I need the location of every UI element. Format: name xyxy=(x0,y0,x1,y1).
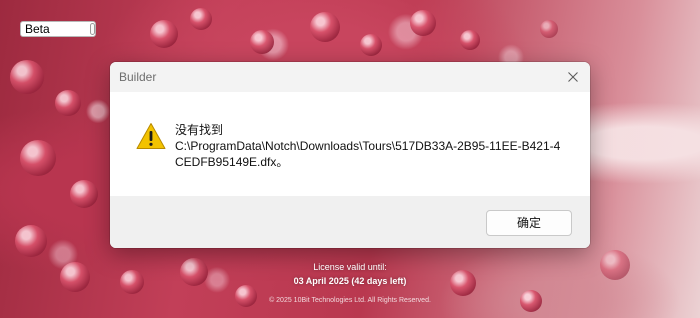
background-bead xyxy=(190,8,212,30)
background-bead xyxy=(10,60,44,94)
background-bead xyxy=(55,90,81,116)
background-bead xyxy=(150,20,178,48)
dialog-titlebar: Builder xyxy=(110,62,590,92)
copyright-text: © 2025 10Bit Technologies Ltd. All Right… xyxy=(269,297,431,304)
background-bead xyxy=(250,30,274,54)
license-date: 03 April 2025 (42 days left) xyxy=(293,276,407,286)
background-bead xyxy=(70,180,98,208)
close-button[interactable] xyxy=(556,62,590,92)
beta-tag-knob xyxy=(90,23,95,35)
dialog-body: 没有找到 C:\ProgramData\Notch\Downloads\Tour… xyxy=(110,92,590,196)
message-line-1: 没有找到 xyxy=(175,123,224,137)
message-line-3: CEDFB95149E.dfx。 xyxy=(175,155,289,169)
background-bead xyxy=(310,12,340,42)
dialog-title: Builder xyxy=(119,70,157,84)
message-line-2: C:\ProgramData\Notch\Downloads\Tours\517… xyxy=(175,139,561,153)
background-bead xyxy=(410,10,436,36)
close-icon xyxy=(568,72,578,82)
ok-button[interactable]: 确定 xyxy=(486,210,572,236)
error-dialog: Builder 没有找到 C:\ProgramData\Notch\Downlo… xyxy=(110,62,590,248)
background-bead xyxy=(15,225,47,257)
dialog-message: 没有找到 C:\ProgramData\Notch\Downloads\Tour… xyxy=(175,122,575,170)
background-bead xyxy=(20,140,56,176)
license-label: License valid until: xyxy=(313,262,387,272)
background-bead xyxy=(360,34,382,56)
beta-label: Beta xyxy=(25,22,50,36)
background-bead xyxy=(460,30,480,50)
dialog-footer: 确定 xyxy=(110,196,590,248)
beta-tag: Beta xyxy=(20,21,96,37)
warning-icon xyxy=(136,123,166,149)
background-bead xyxy=(540,20,558,38)
